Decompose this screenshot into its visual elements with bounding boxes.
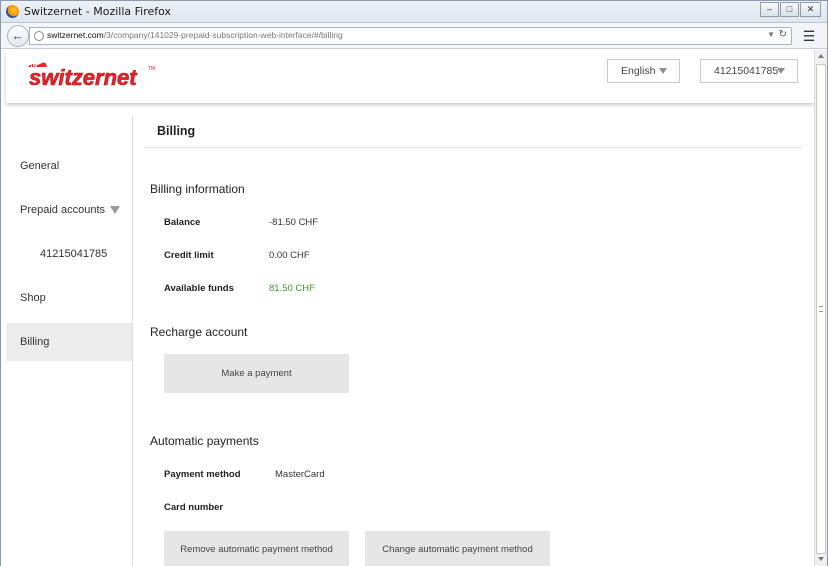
- remove-automatic-payment-button[interactable]: Remove automatic payment method: [164, 531, 349, 566]
- divider: [144, 147, 802, 148]
- sidebar-item-label: Billing: [20, 336, 50, 348]
- scrollbar-thumb[interactable]: [816, 64, 826, 554]
- globe-icon: [34, 31, 44, 41]
- site-header: TM switzernet TM English 41215041785: [6, 50, 814, 103]
- svg-text:TM: TM: [148, 66, 155, 72]
- page-title: Billing: [157, 124, 196, 138]
- vertical-scrollbar[interactable]: [814, 50, 827, 566]
- balance-value: -81.50 CHF: [269, 217, 319, 228]
- caret-down-icon: [110, 206, 120, 214]
- hamburger-menu-icon[interactable]: ☰: [798, 26, 820, 46]
- url-text: switzernet.com/3/company/141029-prepaid-…: [47, 30, 343, 40]
- back-arrow-icon[interactable]: ←: [7, 25, 29, 47]
- billing-information-heading: Billing information: [150, 182, 245, 196]
- navigation-bar: ← switzernet.com/3/company/141029-prepai…: [1, 23, 827, 49]
- sidebar-item-shop[interactable]: Shop: [6, 279, 132, 317]
- grip-icon: [819, 306, 823, 312]
- svg-text:switzernet: switzernet: [29, 65, 138, 90]
- title-bar: Switzernet - Mozilla Firefox – □ ✕: [1, 1, 827, 23]
- browser-window: Switzernet - Mozilla Firefox – □ ✕ ← swi…: [0, 0, 828, 566]
- account-select[interactable]: 41215041785: [700, 59, 798, 83]
- close-icon[interactable]: ✕: [800, 2, 821, 17]
- minimize-icon[interactable]: –: [760, 2, 779, 17]
- firefox-icon: [6, 5, 19, 18]
- sidebar-item-label: Shop: [20, 292, 46, 304]
- automatic-payments-heading: Automatic payments: [150, 434, 259, 448]
- sidebar-item-label: Prepaid accounts: [20, 204, 105, 216]
- maximize-icon[interactable]: □: [780, 2, 799, 17]
- chevron-down-icon: [659, 68, 667, 74]
- balance-label: Balance: [164, 217, 201, 228]
- sidebar-item-label: General: [20, 160, 60, 172]
- switzernet-logo[interactable]: TM switzernet TM: [26, 59, 161, 90]
- reload-icon[interactable]: ↻: [779, 29, 787, 40]
- url-dropdown-icon[interactable]: ▼: [767, 30, 775, 39]
- payment-method-label: Payment method: [164, 469, 241, 480]
- recharge-account-heading: Recharge account: [150, 325, 248, 339]
- sidebar: General Prepaid accounts 41215041785 Sho…: [6, 116, 133, 566]
- url-bar[interactable]: switzernet.com/3/company/141029-prepaid-…: [29, 27, 792, 45]
- account-value: 41215041785: [714, 65, 779, 77]
- window-controls: – □ ✕: [760, 2, 821, 17]
- payment-method-value: MasterCard: [275, 469, 325, 480]
- web-page: TM switzernet TM English 41215041785 Gen…: [1, 50, 827, 566]
- language-value: English: [621, 65, 656, 77]
- scroll-down-icon[interactable]: [818, 557, 824, 561]
- sidebar-item-general[interactable]: General: [6, 147, 132, 185]
- card-number-label: Card number: [164, 502, 224, 513]
- available-funds-value: 81.50 CHF: [269, 283, 315, 294]
- main-content: Billing Billing information Balance -81.…: [144, 116, 804, 566]
- url-domain: switzernet.com: [47, 30, 104, 40]
- scroll-up-icon[interactable]: [818, 54, 824, 58]
- credit-limit-value: 0.00 CHF: [269, 250, 310, 261]
- url-path: /3/company/141029-prepaid-subscription-w…: [103, 30, 343, 40]
- language-select[interactable]: English: [607, 59, 680, 83]
- sidebar-item-account[interactable]: 41215041785: [6, 235, 132, 273]
- window-title: Switzernet - Mozilla Firefox: [24, 5, 172, 18]
- sidebar-item-prepaid-accounts[interactable]: Prepaid accounts: [6, 191, 132, 229]
- credit-limit-label: Credit limit: [164, 250, 214, 261]
- make-payment-button[interactable]: Make a payment: [164, 354, 349, 393]
- available-funds-label: Available funds: [164, 283, 234, 294]
- sidebar-item-billing[interactable]: Billing: [6, 323, 132, 361]
- change-automatic-payment-button[interactable]: Change automatic payment method: [365, 531, 550, 566]
- chevron-down-icon: [777, 68, 785, 74]
- sidebar-item-label: 41215041785: [40, 248, 108, 260]
